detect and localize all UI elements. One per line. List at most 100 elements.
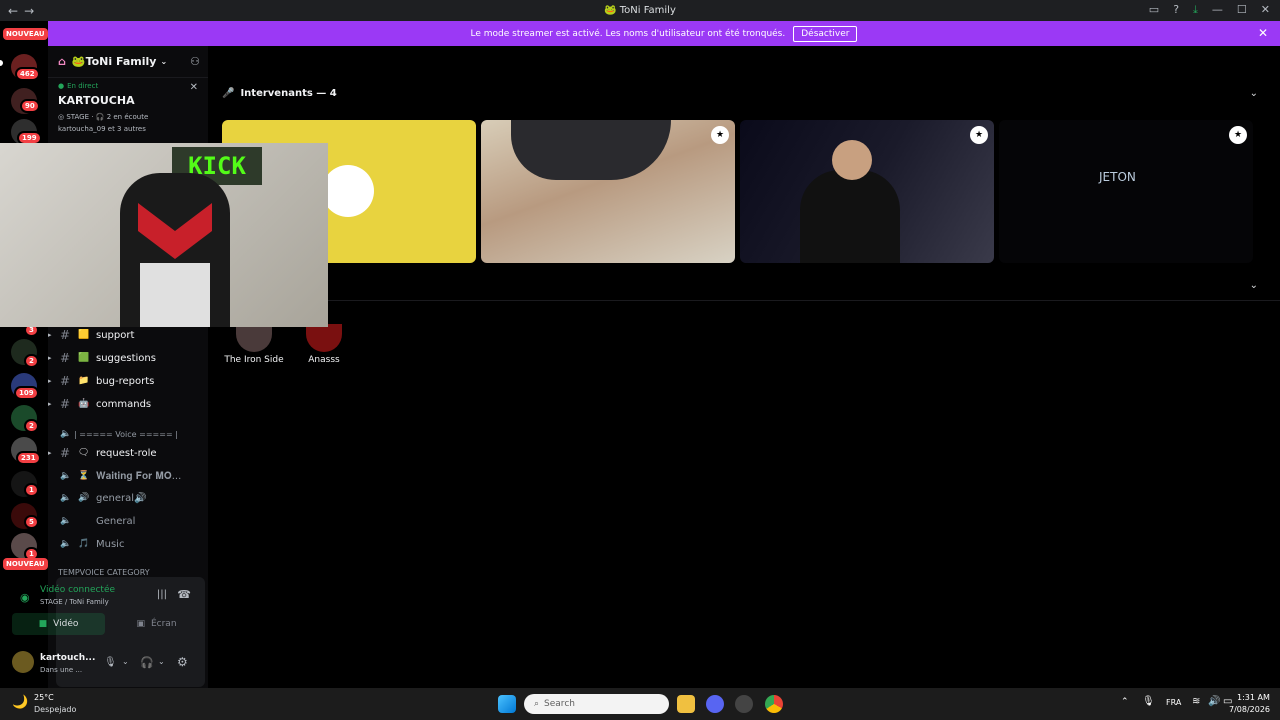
speaker-icon: 🔈 xyxy=(60,539,72,549)
clock-time[interactable]: 1:31 AM xyxy=(1237,693,1270,702)
close-window-icon[interactable]: ✕ xyxy=(1261,3,1270,17)
invite-people-icon[interactable]: ⚇ xyxy=(190,55,200,68)
chair-seat xyxy=(140,263,210,327)
channel-emoji: ⏳ xyxy=(78,471,90,481)
chevron-up-icon[interactable]: ⌃ xyxy=(1121,697,1129,707)
settings-gear-icon[interactable]: ⚙ xyxy=(177,655,188,669)
channel-emoji: 🗨 xyxy=(78,448,90,458)
app-icon[interactable] xyxy=(735,695,753,713)
channel-emoji: 🟩 xyxy=(78,353,90,363)
chevron-down-icon[interactable]: ⌄ xyxy=(1250,88,1258,99)
microphone-icon[interactable]: 🎙 xyxy=(1142,696,1155,707)
weather-moon-icon[interactable]: 🌙 xyxy=(12,695,28,710)
speaker-icon: 🔈 xyxy=(60,429,72,439)
avatar[interactable] xyxy=(12,651,34,673)
speaker-tile-video[interactable]: ★ xyxy=(481,120,735,263)
discord-icon[interactable] xyxy=(706,695,724,713)
voice-channel-general[interactable]: 🔈 🔊 general🔊 xyxy=(48,488,208,508)
chevron-down-icon[interactable]: ⌄ xyxy=(158,657,165,666)
download-icon[interactable]: ⤓ xyxy=(1193,3,1198,17)
speakers-title: Intervenants — 4 xyxy=(240,88,337,99)
chevron-right-icon: ▸ xyxy=(48,449,52,457)
file-explorer-icon[interactable] xyxy=(677,695,695,713)
channel-name: Music xyxy=(96,538,125,550)
windows-start-icon[interactable] xyxy=(498,695,516,713)
mention-badge: 1 xyxy=(24,483,39,497)
channel-bug-reports[interactable]: ▸ # 📁 bug-reports xyxy=(48,371,208,391)
speaker-tile-video[interactable]: ★ xyxy=(740,120,994,263)
voice-channel-music[interactable]: 🔈 🎵 Music xyxy=(48,534,208,554)
channel-support[interactable]: ▸ # 🟨 support xyxy=(48,325,208,345)
search-placeholder: Search xyxy=(544,699,575,709)
voice-channel-general-2[interactable]: 🔈 General xyxy=(48,511,208,531)
noise-suppression-icon[interactable]: ||| xyxy=(157,589,167,600)
live-status: En direct xyxy=(67,82,99,90)
volume-icon[interactable]: 🔊 xyxy=(1208,696,1220,707)
user-status: Dans une ... xyxy=(40,666,83,674)
username[interactable]: kartouch... xyxy=(40,653,95,663)
inbox-icon[interactable]: ▭ xyxy=(1149,3,1159,17)
live-title: KARTOUCHA xyxy=(58,94,135,107)
chevron-down-icon[interactable]: ⌄ xyxy=(122,657,129,666)
maximize-icon[interactable]: ☐ xyxy=(1237,3,1247,17)
channel-emoji: 🤖 xyxy=(78,399,90,409)
help-icon[interactable]: ? xyxy=(1173,3,1179,17)
voice-location: STAGE / ToNi Family xyxy=(40,598,109,606)
channel-emoji: 🔊 xyxy=(78,493,90,503)
disable-streamer-button[interactable]: Désactiver xyxy=(793,25,858,42)
weather-desc: Despejado xyxy=(34,705,77,714)
live-stage-card[interactable]: ● En direct KARTOUCHA ◎ STAGE · 🎧 2 en éc… xyxy=(48,78,208,137)
avatar xyxy=(236,324,272,352)
channel-emoji: 📁 xyxy=(78,376,90,386)
channel-commands[interactable]: ▸ # 🤖 commands xyxy=(48,394,208,414)
screen-icon: ▣ xyxy=(136,619,145,629)
search-icon: ⌕ xyxy=(534,699,540,709)
moderator-shield-icon: ★ xyxy=(970,126,988,144)
minimize-icon[interactable]: — xyxy=(1212,3,1223,17)
speaker-tile[interactable]: JETON ★ xyxy=(999,120,1253,263)
tile-caption: JETON xyxy=(1099,170,1136,184)
channel-name: request-role xyxy=(96,447,157,459)
face-shape xyxy=(832,140,872,180)
channel-suggestions[interactable]: ▸ # 🟩 suggestions xyxy=(48,348,208,368)
audience-member[interactable]: Anasss xyxy=(294,324,354,365)
chrome-icon[interactable] xyxy=(765,695,783,713)
language-indicator[interactable]: FRA xyxy=(1166,698,1181,707)
channel-name: general🔊 xyxy=(96,492,147,504)
mention-badge: 2 xyxy=(24,354,39,368)
channel-name: commands xyxy=(96,398,152,410)
video-label: Vidéo xyxy=(53,619,79,629)
mention-badge: 109 xyxy=(14,386,39,400)
wifi-icon[interactable]: ≋ xyxy=(1192,696,1200,707)
taskbar-search[interactable]: ⌕ Search xyxy=(524,694,669,714)
banner-text: Le mode streamer est activé. Les noms d'… xyxy=(470,28,786,39)
screen-share-button[interactable]: ▣ Écran xyxy=(114,613,199,635)
audience-member[interactable]: The Iron Side xyxy=(224,324,284,365)
hash-icon: # xyxy=(60,351,71,365)
channel-request-role[interactable]: ▸ # 🗨 request-role xyxy=(48,443,208,463)
chevron-right-icon: ▸ xyxy=(48,354,52,362)
headphones-icon[interactable]: 🎧 xyxy=(140,656,154,669)
channel-voice-divider[interactable]: 🔈 | ===== Voice ===== | xyxy=(48,424,208,444)
voice-channel-waiting[interactable]: 🔈 ⏳ 𝐖𝐚𝐢𝐭𝐢𝐧𝐠 𝐅𝐨𝐫 𝐌𝐎... xyxy=(48,466,208,486)
microphone-icon: 🎤 xyxy=(222,88,235,99)
avatar xyxy=(322,165,374,217)
microphone-icon[interactable]: 🎙 xyxy=(104,657,117,668)
close-icon[interactable]: ✕ xyxy=(190,82,198,93)
signal-icon[interactable]: ◉ xyxy=(20,591,30,604)
close-icon[interactable]: ✕ xyxy=(1258,26,1268,40)
mention-badge: 90 xyxy=(20,99,40,113)
mention-badge: 2 xyxy=(24,419,39,433)
voice-status[interactable]: Vidéo connectée xyxy=(40,585,115,595)
category-tempvoice[interactable]: TEMPVOICE CATEGORY xyxy=(58,568,150,577)
video-button[interactable]: ■ Vidéo xyxy=(12,613,105,635)
channel-name: | ===== Voice ===== | xyxy=(74,429,178,439)
clock-date[interactable]: 7/08/2026 xyxy=(1229,705,1270,714)
audience-name: Anasss xyxy=(308,355,340,365)
chevron-down-icon[interactable]: ⌄ xyxy=(1250,280,1258,291)
speaker-icon: 🔈 xyxy=(60,493,72,503)
divider xyxy=(208,300,1280,301)
hash-icon: # xyxy=(60,397,71,411)
disconnect-icon[interactable]: ☎ xyxy=(177,588,191,601)
server-header[interactable]: ⌂ 🐸 ToNi Family ⌄ ⚇ xyxy=(48,46,208,78)
